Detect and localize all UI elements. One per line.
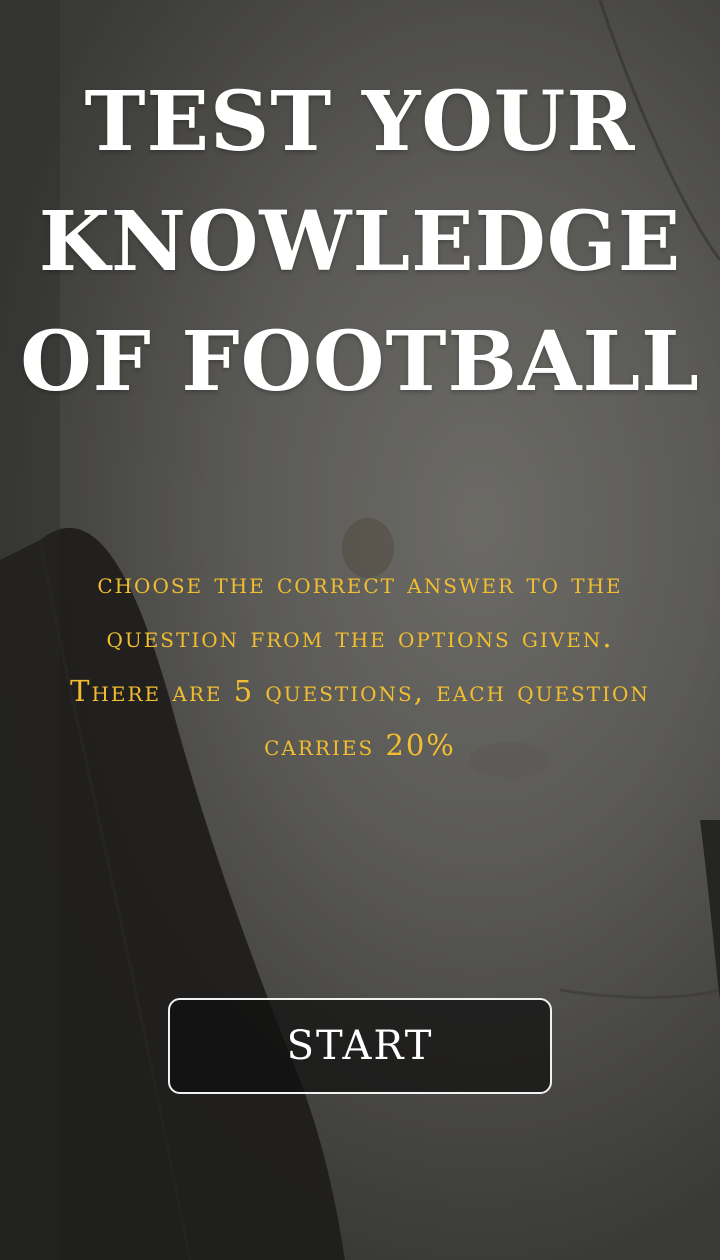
- title-line-1: TEST YOUR: [84, 74, 636, 170]
- title-line-3: OF FOOTBALL: [20, 314, 700, 410]
- title-line-2: KNOWLEDGE: [38, 194, 682, 290]
- start-button[interactable]: START: [168, 998, 552, 1094]
- page-title: TEST YOUR KNOWLEDGE OF FOOTBALL: [0, 62, 720, 422]
- quiz-instructions: choose the correct answer to the questio…: [70, 566, 650, 762]
- quiz-start-screen: TEST YOUR KNOWLEDGE OF FOOTBALL choose t…: [0, 0, 720, 1260]
